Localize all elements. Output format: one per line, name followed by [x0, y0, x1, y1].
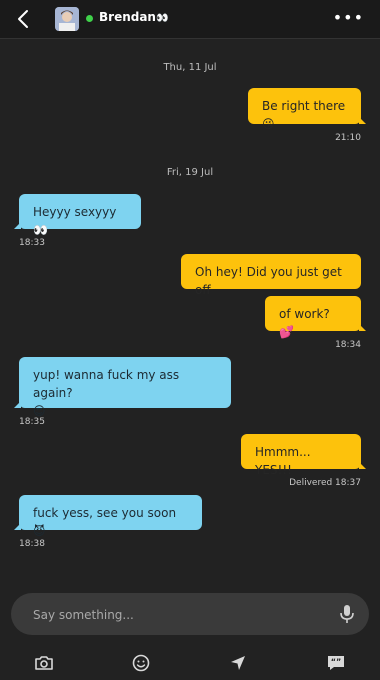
avatar[interactable]	[55, 7, 79, 31]
quick-phrases-icon[interactable]: “”	[325, 652, 347, 674]
location-arrow-icon[interactable]	[227, 652, 249, 674]
chevron-left-icon[interactable]	[14, 8, 36, 30]
camera-icon[interactable]	[33, 652, 55, 674]
message-timestamp: 21:10	[335, 133, 361, 143]
delivery-status: Delivered 18:37	[289, 478, 361, 488]
date-separator: Fri, 19 Jul	[166, 167, 214, 178]
chat-header: Brendan👀 •••	[0, 0, 380, 39]
message-bubble-outgoing[interactable]: Oh hey! Did you just get off	[181, 254, 361, 297]
svg-text:“”: “”	[331, 658, 342, 667]
online-status-dot	[86, 15, 93, 22]
message-bubble-incoming[interactable]: Heyyy sexyyy 👀	[14, 194, 141, 237]
emoji: 😍	[33, 404, 46, 418]
date-separator: Thu, 11 Jul	[163, 62, 217, 73]
message-bubble-outgoing[interactable]: Be right there 😘	[248, 88, 366, 131]
bottom-toolbar: “”	[0, 648, 380, 680]
emoji: 👀	[33, 223, 48, 237]
message-composer	[11, 593, 369, 635]
emoji: 😘	[262, 117, 275, 131]
message-timestamp: 18:34	[335, 340, 361, 350]
emoji: 😈	[33, 524, 46, 538]
message-bubble-incoming[interactable]: yup! wanna fuck my ass again? 😍	[14, 357, 231, 418]
more-dots-icon[interactable]: •••	[333, 10, 364, 26]
eyes-emoji: 👀	[155, 13, 169, 24]
contact-name[interactable]: Brendan👀	[99, 10, 168, 24]
message-bubble-outgoing[interactable]: of work? 💕	[265, 296, 366, 339]
message-bubble-incoming[interactable]: fuck yess, see you soon 😈	[14, 495, 202, 538]
emoji-icon[interactable]	[130, 652, 152, 674]
message-timestamp: 18:33	[19, 238, 45, 248]
message-timestamp: 18:38	[19, 539, 45, 549]
message-timestamp: 18:35	[19, 417, 45, 427]
emoji: 💕	[279, 325, 294, 339]
message-input[interactable]	[31, 603, 315, 627]
message-bubble-outgoing[interactable]: Hmmm... YES!!!	[241, 434, 366, 477]
microphone-icon[interactable]	[339, 604, 355, 624]
